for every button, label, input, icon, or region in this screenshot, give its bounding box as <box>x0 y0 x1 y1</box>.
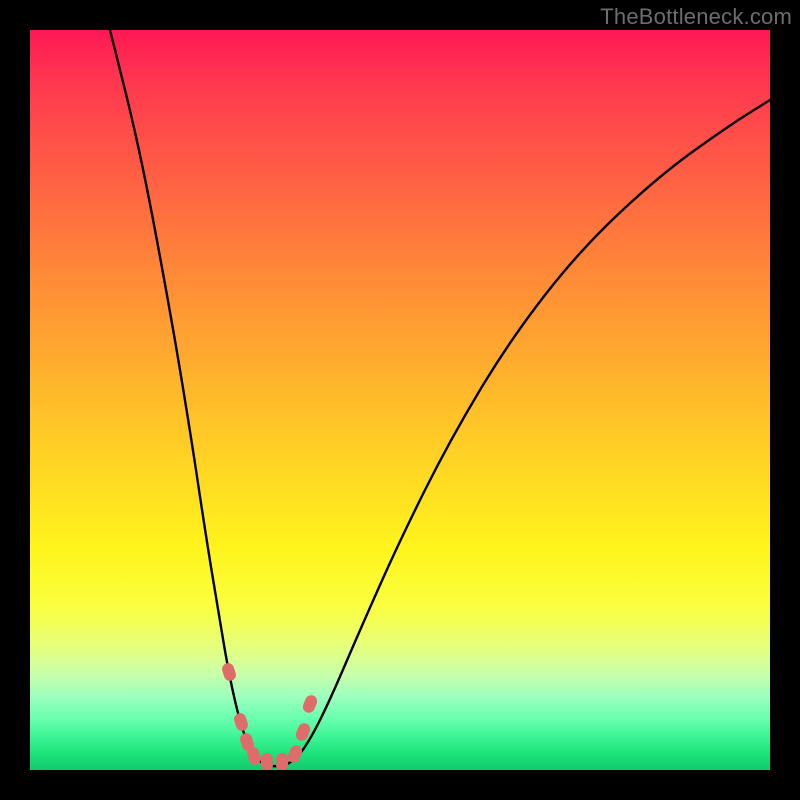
chart-frame: TheBottleneck.com <box>0 0 800 800</box>
highlight-marker <box>276 753 288 770</box>
highlight-marker <box>261 753 273 770</box>
highlight-marker <box>286 743 304 764</box>
curve-svg <box>30 30 770 770</box>
highlight-marker <box>233 712 250 733</box>
plot-area <box>30 30 770 770</box>
highlight-marker <box>301 693 319 714</box>
watermark-text: TheBottleneck.com <box>600 4 792 30</box>
highlight-marker <box>221 662 238 683</box>
highlight-markers <box>221 662 319 770</box>
bottleneck-curve <box>110 30 770 766</box>
